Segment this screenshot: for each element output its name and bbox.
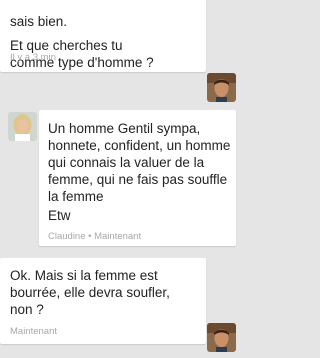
message-bubble-outgoing: Ok. Mais si la femme est bourrée, elle d… <box>0 258 206 344</box>
message-timestamp: Maintenant <box>10 326 58 337</box>
message-bubble-incoming: Un homme Gentil sympa, honnete, confiden… <box>39 110 236 246</box>
message-timestamp: Claudine • Maintenant <box>48 231 142 242</box>
message-bubble-outgoing: sais bien. Et que cherches tu comme type… <box>0 0 206 72</box>
avatar-claudine[interactable] <box>8 112 37 141</box>
avatar-man-icon <box>207 73 236 102</box>
message-text: Ok. Mais si la femme est bourrée, elle d… <box>10 268 170 317</box>
avatar-woman-icon <box>8 112 37 141</box>
message-text: Etw <box>48 208 71 223</box>
message-timestamp: Il y a 3 min <box>10 52 56 63</box>
message-text: Un homme Gentil sympa, honnete, confiden… <box>48 121 231 204</box>
avatar-me[interactable] <box>207 323 236 352</box>
avatar-man-icon <box>207 323 236 352</box>
avatar-me[interactable] <box>207 73 236 102</box>
message-text: sais bien. <box>10 14 68 29</box>
